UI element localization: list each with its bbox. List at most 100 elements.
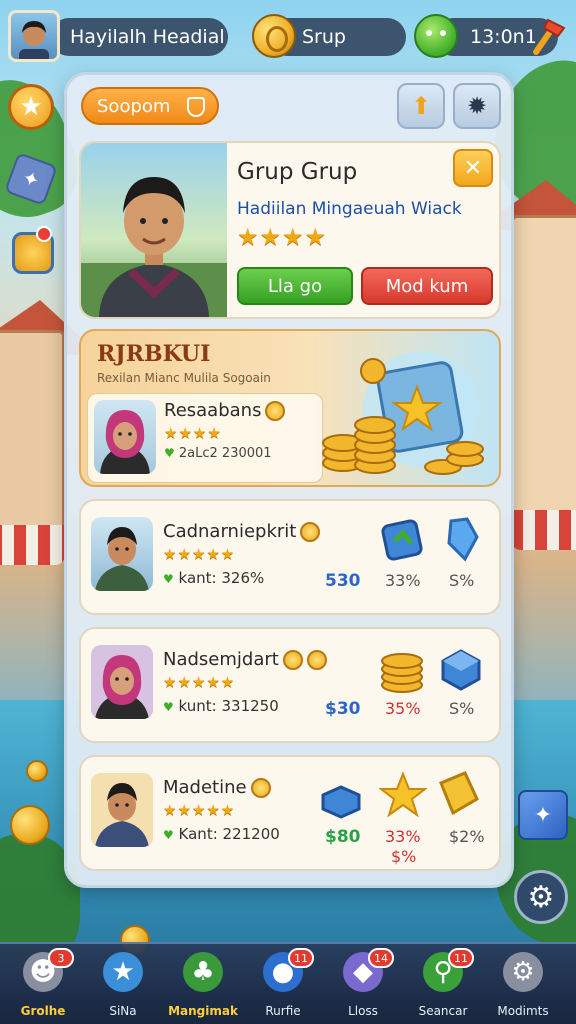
nav-label: Seancar [418, 1004, 468, 1018]
nav-label: Grolhe [20, 1004, 66, 1018]
frog-icon [414, 14, 458, 58]
nav-item-lloss[interactable]: ◆ 14 Lloss [328, 948, 398, 1024]
player-avatar [91, 773, 153, 847]
nav-item-modimts[interactable]: ⚙ Modimts [488, 950, 558, 1024]
player-name: Hayilalh Headial [70, 26, 225, 48]
nav-item-grolhe[interactable]: ☻ 3 Grolhe [8, 948, 78, 1024]
nav-item-rurfie[interactable]: ● 11 Rurfie [248, 948, 318, 1024]
green-card-icon [381, 519, 423, 561]
player-name-pill[interactable]: Hayilalh Headial [50, 18, 228, 56]
profile-stars: ★★★★ [237, 223, 328, 251]
player-stars: ★★★★★ [163, 673, 236, 691]
blue-cube-icon [441, 649, 481, 691]
soopom-tab-button[interactable]: Soopom [81, 87, 219, 125]
awning [511, 510, 576, 550]
nav-label: Lloss [348, 1004, 378, 1018]
blue-gem-icon [447, 517, 479, 562]
notification-badge: 11 [448, 948, 474, 968]
promo-subtitle: Rexilan Mianc Mulila Sogoain [97, 371, 271, 385]
close-icon[interactable]: ✕ [453, 149, 493, 187]
promo-stars: ★★★★ [164, 424, 222, 442]
settings-gear-icon[interactable]: ⚙ [514, 870, 568, 924]
awning [0, 525, 65, 565]
bug-icon[interactable]: ✹ [453, 83, 501, 129]
player-avatar[interactable] [8, 10, 60, 62]
stat-percent: 35% [385, 699, 421, 718]
avatar-portrait-icon [19, 21, 49, 59]
group-label: Srup [302, 26, 346, 48]
player-name: Nadsemjdart [163, 649, 327, 670]
player-stat: ♥ Kant: 221200 [163, 825, 280, 843]
stat-value: 530 [325, 571, 361, 591]
top-bar: Hayilalh Headial Srup 13:0n1 [6, 10, 570, 64]
player-stars: ★★★★★ [163, 545, 236, 563]
medal-icon [306, 650, 327, 670]
stat-percent: $2% [449, 827, 485, 846]
main-panel: Soopom ⬆ ✹ Grup Grup Hadiilan Mingaeuah … [64, 72, 514, 888]
heart-icon: ♥ [163, 700, 174, 714]
coin-stack-icon [381, 653, 423, 693]
promo-card[interactable]: RJRBKUI Rexilan Mianc Mulila Sogoain Res… [79, 329, 501, 487]
tab-label: Soopom [97, 95, 171, 117]
house [511, 215, 576, 515]
promo-player-name: Resaabans [164, 400, 286, 421]
arrow-up-icon[interactable]: ⬆ [397, 83, 445, 129]
nav-item-mangimak[interactable]: ♣ Mangimak [168, 950, 238, 1024]
player-stars: ★★★★★ [163, 801, 236, 819]
nav-item-seancar[interactable]: ⚲ 11 Seancar [408, 948, 478, 1024]
gold-bar-icon [439, 771, 479, 816]
list-item[interactable]: Madetine ★★★★★ ♥ Kant: 221200 $80 33% $2… [79, 755, 501, 871]
treasure-coins-icon [322, 351, 484, 475]
currency-value: 13:0n1 [470, 26, 537, 48]
stat-value: $30 [325, 699, 361, 719]
notification-badge: 11 [288, 948, 314, 968]
coin-icon [26, 760, 48, 782]
hammer-icon[interactable] [528, 14, 568, 58]
nav-label: Rurfie [265, 1004, 301, 1018]
profile-subtitle: Hadiilan Mingaeuah Wiack [237, 199, 462, 219]
gear-icon: ⚙ [503, 952, 543, 992]
stat-percent: $% [391, 847, 417, 866]
player-stat: ♥ kunt: 331250 [163, 697, 279, 715]
medal-icon [250, 778, 271, 798]
shield-icon [187, 97, 205, 117]
list-item[interactable]: Nadsemjdart ★★★★★ ♥ kunt: 331250 $30 35%… [79, 627, 501, 743]
notification-badge: 14 [368, 948, 394, 968]
stat-percent: 33% [385, 571, 421, 590]
medal-icon [282, 650, 303, 670]
profile-title: Grup Grup [237, 159, 358, 185]
list-item[interactable]: Cadnarniepkrit ★★★★★ ♥ kant: 326% 530 33… [79, 499, 501, 615]
profile-portrait [81, 143, 227, 317]
heart-icon: ♥ [164, 446, 175, 460]
heart-icon: ♥ [163, 828, 174, 842]
promo-player-box: Resaabans ★★★★ ♥ 2aLc2 230001 [87, 393, 323, 483]
red-button-label: Mod kum [385, 275, 469, 297]
stat-value: $80 [325, 827, 361, 847]
player-avatar [91, 517, 153, 591]
medal-icon [300, 522, 321, 542]
stat-percent: 33% [385, 827, 421, 846]
palm-icon: ♣ [183, 952, 223, 992]
promo-stat: ♥ 2aLc2 230001 [164, 446, 272, 461]
medal-icon [265, 401, 286, 421]
star-badge-icon[interactable]: ★ [8, 84, 54, 130]
coin-icon [252, 14, 296, 58]
mod-kum-button[interactable]: Mod kum [361, 267, 493, 305]
nav-item-sina[interactable]: ★ SiNa [88, 950, 158, 1024]
coin-icon [10, 805, 50, 845]
player-stat: ♥ kant: 326% [163, 569, 265, 587]
stat-percent: S% [449, 699, 475, 718]
heart-icon: ♥ [163, 572, 174, 586]
stat-percent: S% [449, 571, 475, 590]
lla-go-button[interactable]: Lla go [237, 267, 353, 305]
profile-card: Grup Grup Hadiilan Mingaeuah Wiack ★★★★ … [79, 141, 501, 319]
blue-cube-icon[interactable]: ✦ [518, 790, 568, 840]
nav-label: SiNa [109, 1004, 137, 1018]
notification-dot [36, 226, 52, 242]
bottom-navigation: ☻ 3 Grolhe ★ SiNa ♣ Mangimak ● 11 Rurfie ◆ 14 Lloss ⚲… [0, 942, 576, 1024]
blue-cube-icon [321, 785, 361, 819]
notification-badge: 3 [48, 948, 74, 968]
nav-label: Mangimak [168, 1004, 238, 1018]
nav-label: Modimts [497, 1004, 549, 1018]
promo-avatar [94, 400, 156, 474]
